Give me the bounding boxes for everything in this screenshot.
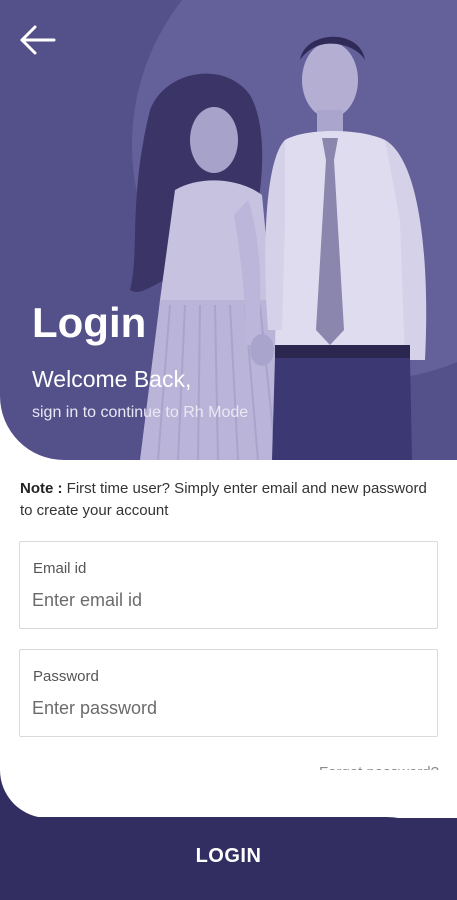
email-label: Email id: [33, 560, 87, 577]
first-time-note: Note : First time user? Simply enter ema…: [20, 478, 430, 522]
password-input[interactable]: [32, 694, 422, 722]
login-screen: Login Welcome Back, sign in to continue …: [0, 0, 457, 900]
welcome-subtitle: sign in to continue to Rh Mode: [32, 404, 249, 421]
email-input[interactable]: [32, 586, 422, 614]
arrow-left-icon: [20, 25, 56, 55]
password-field[interactable]: Password: [19, 649, 438, 737]
login-button-label: LOGIN: [195, 845, 262, 867]
note-text: First time user? Simply enter email and …: [20, 480, 427, 519]
welcome-text: Welcome Back,: [32, 366, 192, 392]
back-button[interactable]: [18, 22, 58, 58]
hero-banner: Login Welcome Back, sign in to continue …: [0, 0, 457, 460]
note-label: Note :: [20, 480, 63, 497]
login-button[interactable]: LOGIN: [0, 817, 457, 900]
password-label: Password: [33, 668, 99, 685]
hero-text-block: Login Welcome Back, sign in to continue …: [32, 298, 248, 424]
page-title: Login: [32, 299, 147, 346]
bottom-curve: [0, 770, 457, 818]
email-field[interactable]: Email id: [19, 541, 438, 629]
